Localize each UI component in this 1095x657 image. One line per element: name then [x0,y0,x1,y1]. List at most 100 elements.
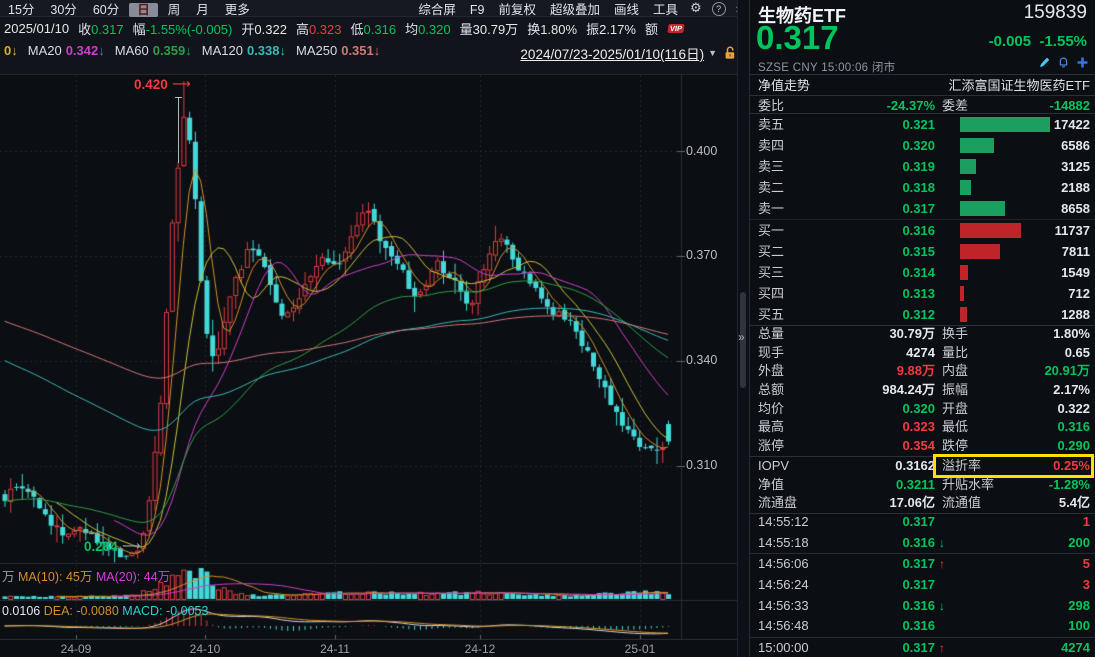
trade-price: 0.317 [850,638,935,657]
price-segment-value: 0.320 [418,22,451,37]
trade-qty: 200 [1068,533,1090,554]
stats-value: 0.3162 [895,457,935,476]
vip-badge: VIP [667,24,684,33]
menu-item-2[interactable]: 前复权 [491,3,543,17]
book-level-label: 卖五 [758,114,784,135]
trade-price: 0.317 [850,554,935,575]
alert-bell-icon[interactable] [1057,56,1070,69]
nav-tab-nav-trend[interactable]: 净值走势 [758,76,810,95]
quote-stats: 总量30.79万换手1.80%现手4274量比0.65外盘9.88万内盘20.9… [750,325,1095,514]
ma-value: 0.351↓ [341,43,380,58]
book-level-label: 买三 [758,262,784,283]
unlock-icon[interactable] [723,46,737,60]
trade-row: 14:56:240.3173 [750,575,1095,596]
fund-full-name: 汇添富国证生物医药ETF [948,76,1090,95]
stats-label: 升贴水率 [942,476,994,495]
book-depth-bar [960,138,994,153]
book-price[interactable]: 0.321 [850,114,935,135]
price-segment: 均0.320 [405,19,451,38]
candlestick-chart-area[interactable]: 0.4000.3700.3400.310 24-0924-1024-1124-1… [0,75,745,657]
stats-label: 流通值 [942,494,981,513]
trade-time: 14:56:33 [758,596,809,617]
period-tab-15分[interactable]: 15分 [0,3,42,17]
stats-row: 总量30.79万换手1.80% [750,325,1095,344]
bid-row[interactable]: 买三0.3141549 [750,262,1095,283]
x-axis-label: 25-01 [625,642,656,656]
add-plus-icon[interactable] [1076,56,1089,69]
trade-time: 14:55:18 [758,533,809,554]
book-price[interactable]: 0.320 [850,135,935,156]
high-price-callout: 0.420 [134,77,168,92]
book-price[interactable]: 0.313 [850,283,935,304]
book-qty: 1288 [1061,304,1090,325]
book-price[interactable]: 0.317 [850,198,935,219]
period-tab-30分[interactable]: 30分 [42,3,84,17]
bid-row[interactable]: 买二0.3157811 [750,241,1095,262]
book-qty: 3125 [1061,156,1090,177]
trade-price: 0.316 [850,616,935,637]
stats-value: 0.323 [902,418,935,437]
ma-legend-row: 0↓ MA200.342↓MA600.359↓MA1200.338↓MA2500… [0,40,745,74]
ma-value: 0.342↓ [66,43,105,58]
security-code: 159839 [1024,2,1087,24]
range-caret-icon[interactable]: ▼ [708,48,717,58]
price-segment: 额 [645,19,658,38]
macd-header: 0.0106 DEA: -0.0080 MACD: -0.0053 [2,604,208,618]
trade-row: 14:55:120.3171 [750,512,1095,533]
book-price[interactable]: 0.319 [850,156,935,177]
price-segment-label: 振 [586,22,599,37]
trade-time: 15:00:00 [758,638,809,657]
bid-row[interactable]: 买四0.313712 [750,283,1095,304]
price-segment-label: 低 [351,22,364,37]
menu-item-4[interactable]: 画线 [607,3,646,17]
stats-value: 0.322 [1057,400,1090,419]
stats-value: 2.17% [1053,381,1090,400]
time-and-sales-list[interactable]: 14:55:120.317114:55:180.316↓20014:56:060… [750,512,1095,657]
book-level-label: 买五 [758,304,784,325]
period-tab-更多[interactable]: 更多 [217,3,258,17]
book-price[interactable]: 0.316 [850,220,935,241]
trade-direction-down-icon: ↓ [939,533,945,554]
price-segment-value: 30.79万 [473,22,519,37]
date-range-selector[interactable]: 2024/07/23-2025/01/10(116日) ▼ [520,43,737,63]
trade-price: 0.317 [850,575,935,596]
volume-ma-header: 万 MA(10): 45万 MA(20): 44万 [2,566,170,585]
stats-label: IOPV [758,457,789,476]
book-price[interactable]: 0.318 [850,177,935,198]
book-price[interactable]: 0.314 [850,262,935,283]
ask-row[interactable]: 卖五0.32117422 [750,114,1095,135]
stats-value: 17.06亿 [889,494,935,513]
price-segment-value: -1.55%(-0.005) [146,22,233,37]
settings-gear-icon[interactable]: ⚙ [685,0,707,16]
bid-row[interactable]: 买一0.31611737 [750,220,1095,241]
price-segment: 2025/01/10 [4,21,69,36]
menu-item-1[interactable]: F9 [463,3,492,17]
help-icon[interactable]: ? [707,0,731,16]
menu-item-0[interactable]: 综合屏 [411,3,463,17]
ask-row[interactable]: 卖一0.3178658 [750,198,1095,220]
price-change: -0.005 -1.55% [989,33,1087,50]
ask-row[interactable]: 卖四0.3206586 [750,135,1095,156]
trade-direction-up-icon: ↑ [939,638,945,657]
collapse-panel-icon[interactable]: » [738,330,745,344]
candlestick-chart-canvas[interactable] [0,75,737,640]
period-tab-月[interactable]: 月 [188,3,217,17]
menu-item-3[interactable]: 超级叠加 [543,3,607,17]
trade-qty: 3 [1083,575,1090,596]
book-qty: 11737 [1055,220,1090,241]
ask-row[interactable]: 卖三0.3193125 [750,156,1095,177]
book-price[interactable]: 0.315 [850,241,935,262]
period-tab-60分[interactable]: 60分 [85,3,127,17]
bid-row[interactable]: 买五 0.312 1288 [750,304,1095,326]
ask-row[interactable]: 卖二0.3182188 [750,177,1095,198]
book-price[interactable]: 0.312 [850,304,935,325]
stats-label: 净值 [758,476,784,495]
period-tab-周[interactable]: 周 [160,3,189,17]
date-range-text[interactable]: 2024/07/23-2025/01/10(116日) [520,43,704,63]
period-tab-日[interactable]: 日 [129,3,158,17]
edit-pencil-icon[interactable] [1038,56,1051,69]
menu-item-5[interactable]: 工具 [646,3,685,17]
ma-value: 0.359↓ [153,43,192,58]
book-depth-bar [960,180,971,195]
chart-header: 15分30分60分日周月更多 综合屏F9前复权超级叠加画线工具 ⚙ ? › 20… [0,0,745,75]
